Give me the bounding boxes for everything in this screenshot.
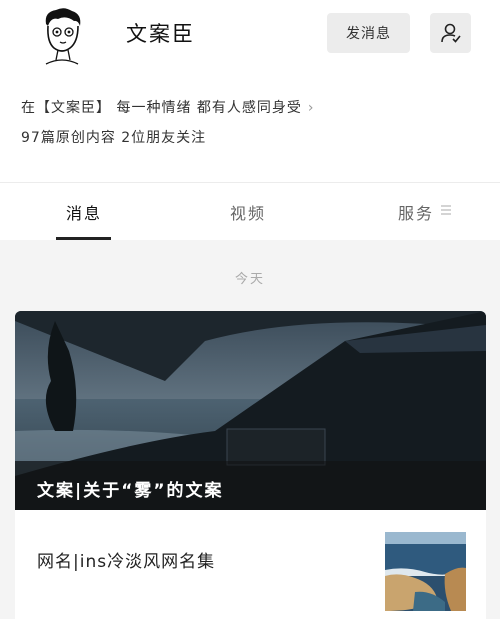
follow-button[interactable] [430, 13, 471, 53]
tab-messages[interactable]: 消息 [66, 200, 102, 224]
date-label: 今天 [234, 272, 265, 287]
avatar[interactable] [36, 6, 88, 66]
article-card: 文案|关于“雾”的文案 网名|ins冷淡风网名集 [15, 311, 486, 619]
account-stats[interactable]: 97篇原创内容 2位朋友关注 [21, 127, 206, 147]
tab-videos[interactable]: 视频 [230, 200, 266, 224]
article-thumbnail[interactable] [385, 532, 466, 611]
article-title[interactable]: 网名|ins冷淡风网名集 [37, 547, 215, 572]
cover-article-title[interactable]: 文案|关于“雾”的文案 [37, 476, 224, 501]
active-tab-indicator [56, 237, 111, 240]
tab-services[interactable]: 服务 [398, 200, 434, 224]
chevron-right-icon: › [307, 100, 315, 116]
tab-bar: 消息 视频 服务 [0, 183, 500, 240]
profile-header: 文案臣 发消息 在【文案臣】 每一种情绪 都有人感同身受 › 97篇原创内容 2位… [0, 0, 500, 183]
menu-lines-icon[interactable] [441, 205, 451, 215]
user-check-icon [440, 23, 461, 43]
account-intro[interactable]: 在【文案臣】 每一种情绪 都有人感同身受 › [21, 97, 315, 117]
account-name: 文案臣 [126, 22, 195, 46]
intro-text: 在【文案臣】 每一种情绪 都有人感同身受 [21, 100, 302, 116]
send-message-button[interactable]: 发消息 [327, 13, 410, 53]
